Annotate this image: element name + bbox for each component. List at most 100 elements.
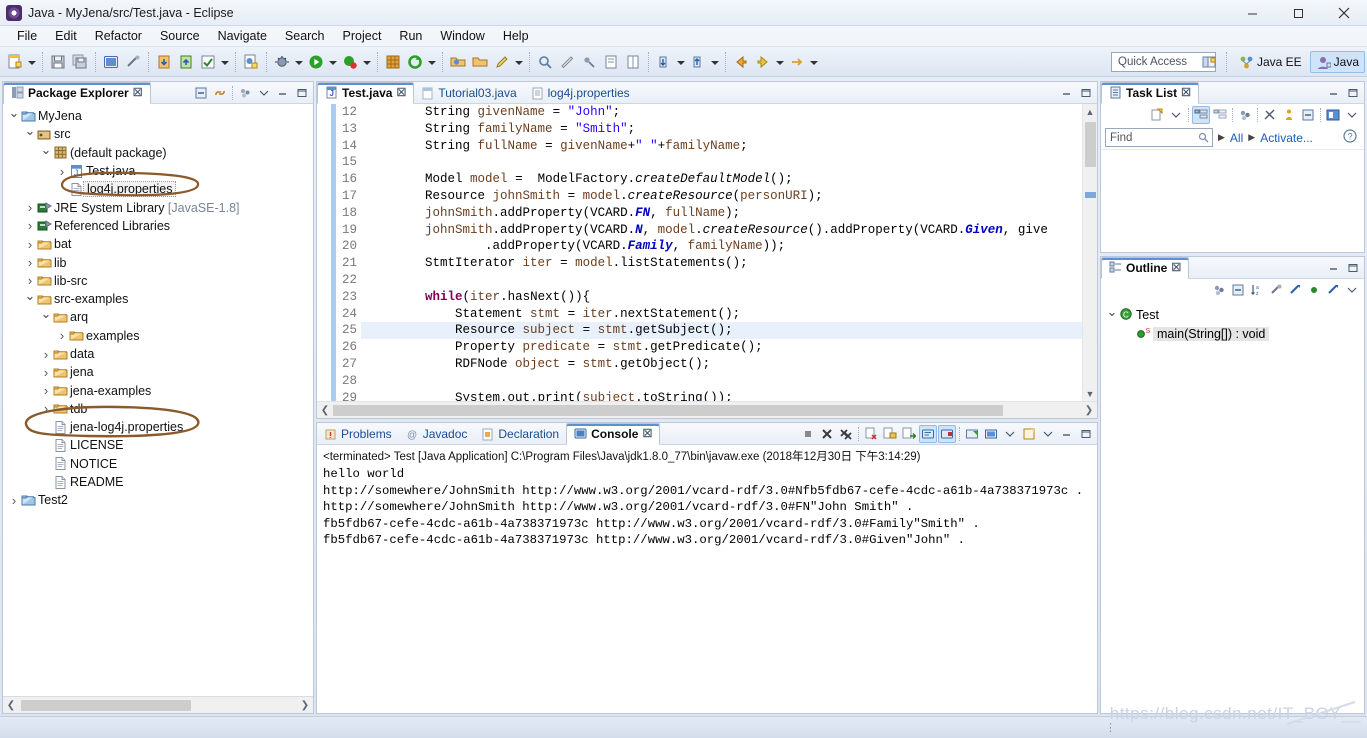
console-icon[interactable]	[100, 51, 122, 73]
code-line[interactable]: johnSmith.addProperty(VCARD.N, model.cre…	[361, 222, 1082, 239]
scheduled-mode-icon[interactable]	[1211, 106, 1229, 124]
menu-help[interactable]: Help	[494, 27, 538, 45]
hide-static-icon[interactable]	[1267, 281, 1285, 299]
close-icon[interactable]: ☒	[1181, 86, 1191, 99]
close-icon[interactable]: ☒	[642, 427, 652, 440]
menu-search[interactable]: Search	[276, 27, 334, 45]
outline-item-test[interactable]: C Test	[1105, 305, 1364, 324]
open-task-icon[interactable]	[469, 51, 491, 73]
view-menu-icon[interactable]	[1020, 425, 1038, 443]
menu-source[interactable]: Source	[151, 27, 209, 45]
scroll-right-icon[interactable]: ❯	[297, 700, 313, 711]
tree-item-lib[interactable]: lib	[7, 253, 313, 271]
editor-hscrollbar[interactable]: ❮ ❯	[317, 401, 1097, 418]
collapse-arrow-icon[interactable]	[39, 401, 53, 416]
ruler-icon[interactable]	[556, 51, 578, 73]
tree-item-src-examples[interactable]: src-examples	[7, 290, 313, 308]
hscroll-thumb[interactable]	[21, 699, 191, 711]
tab-problems[interactable]: Problems	[317, 423, 399, 445]
save-all-icon[interactable]	[69, 51, 91, 73]
tree-item-data[interactable]: data	[7, 345, 313, 363]
editor-vscrollbar[interactable]: ▲ ▼	[1082, 104, 1097, 401]
filter-all-link[interactable]: All	[1230, 131, 1243, 145]
maximize-icon[interactable]	[293, 84, 311, 102]
view-menu-icon[interactable]	[236, 84, 254, 102]
clear-console-icon[interactable]	[862, 425, 880, 443]
tree-item-notice[interactable]: NOTICE	[7, 455, 313, 473]
code-line[interactable]	[361, 154, 1082, 171]
maximize-icon[interactable]	[1344, 84, 1362, 102]
remove-launch-icon[interactable]	[818, 425, 836, 443]
code-line[interactable]: while(iter.hasNext()){	[361, 289, 1082, 306]
filter-activate-link[interactable]: Activate...	[1260, 131, 1313, 145]
maximize-icon[interactable]	[1344, 259, 1362, 277]
new-java-class-icon[interactable]	[240, 51, 262, 73]
tree-item-tdb[interactable]: tdb	[7, 400, 313, 418]
go-dropdown-icon[interactable]	[808, 51, 820, 73]
toggle-block-icon[interactable]	[600, 51, 622, 73]
tree-item-test2[interactable]: Test2	[7, 491, 313, 509]
collapse-all-icon[interactable]	[192, 84, 210, 102]
perspective-java[interactable]: Java	[1309, 51, 1365, 73]
outline-tree[interactable]: C Test Smain(String[]) : void	[1101, 301, 1364, 713]
code-line[interactable]: .addProperty(VCARD.Family, familyName));	[361, 238, 1082, 255]
pencil-dropdown-icon[interactable]	[513, 51, 525, 73]
refresh-icon[interactable]	[404, 51, 426, 73]
code-line[interactable]: Model model = ModelFactory.createDefault…	[361, 171, 1082, 188]
run-dropdown-icon[interactable]	[327, 51, 339, 73]
refresh-dropdown-icon[interactable]	[426, 51, 438, 73]
focus-on-active-task-icon[interactable]	[1210, 281, 1228, 299]
scroll-up-icon[interactable]: ▲	[1083, 104, 1097, 119]
next-annotation-dropdown-icon[interactable]	[675, 51, 687, 73]
expand-arrow-icon[interactable]	[1105, 307, 1119, 323]
minimize-icon[interactable]	[1325, 259, 1343, 277]
import-icon[interactable]	[153, 51, 175, 73]
outline-item-main-string-void[interactable]: Smain(String[]) : void	[1105, 324, 1364, 343]
tree-item-jena[interactable]: jena	[7, 363, 313, 381]
profile-icon[interactable]	[339, 51, 361, 73]
next-annotation-icon[interactable]	[653, 51, 675, 73]
run-icon[interactable]	[305, 51, 327, 73]
categorized-mode-icon[interactable]	[1192, 106, 1210, 124]
tree-item-examples[interactable]: examples	[7, 327, 313, 345]
new-console-dropdown-icon[interactable]	[1001, 425, 1019, 443]
expand-arrow-icon[interactable]	[39, 309, 53, 325]
new-task-icon[interactable]	[1148, 106, 1166, 124]
terminate-icon[interactable]	[799, 425, 817, 443]
code-line[interactable]: String fullName = givenName+" "+familyNa…	[361, 138, 1082, 155]
view-menu-chevron-icon[interactable]	[1039, 425, 1057, 443]
new-console-view-icon[interactable]	[982, 425, 1000, 443]
editor-code-area[interactable]: String givenName = "John"; String family…	[361, 104, 1082, 401]
tree-item-myjena[interactable]: MyJena	[7, 107, 313, 125]
editor-marker-bar[interactable]	[317, 104, 331, 401]
hide-fields-2-icon[interactable]	[1324, 281, 1342, 299]
tab-test-java[interactable]: J Test.java ☒	[317, 81, 415, 104]
expand-arrow-icon[interactable]	[23, 126, 37, 142]
close-icon[interactable]: ☒	[396, 86, 406, 99]
package-explorer-tree[interactable]: MyJena src (default package) J Test.java log4…	[3, 104, 313, 696]
tab-declaration[interactable]: Declaration	[474, 423, 566, 445]
pencil-icon[interactable]	[491, 51, 513, 73]
code-line[interactable]	[361, 272, 1082, 289]
open-console-icon[interactable]	[963, 425, 981, 443]
code-line[interactable]: Resource subject = stmt.getSubject();	[361, 322, 1082, 340]
tree-item-bat[interactable]: bat	[7, 235, 313, 253]
close-icon[interactable]: ☒	[1171, 261, 1181, 274]
code-line[interactable]: String familyName = "Smith";	[361, 121, 1082, 138]
new-package-icon[interactable]	[382, 51, 404, 73]
code-line[interactable]: Property predicate = stmt.getPredicate()…	[361, 339, 1082, 356]
menu-edit[interactable]: Edit	[46, 27, 86, 45]
collapse-arrow-icon[interactable]	[39, 365, 53, 380]
minimize-icon[interactable]	[1058, 84, 1076, 102]
tree-item-log4j-properties[interactable]: log4j.properties	[7, 180, 313, 198]
tree-item-readme[interactable]: README	[7, 473, 313, 491]
synchronize-icon[interactable]	[1236, 106, 1254, 124]
menu-navigate[interactable]: Navigate	[209, 27, 276, 45]
collapse-arrow-icon[interactable]	[39, 347, 53, 362]
hide-fields-icon[interactable]	[1229, 281, 1247, 299]
forward-icon[interactable]	[752, 51, 774, 73]
minimize-icon[interactable]	[1325, 84, 1343, 102]
menu-refactor[interactable]: Refactor	[86, 27, 151, 45]
minimize-icon[interactable]	[1058, 425, 1076, 443]
minimize-button[interactable]	[1229, 0, 1275, 26]
